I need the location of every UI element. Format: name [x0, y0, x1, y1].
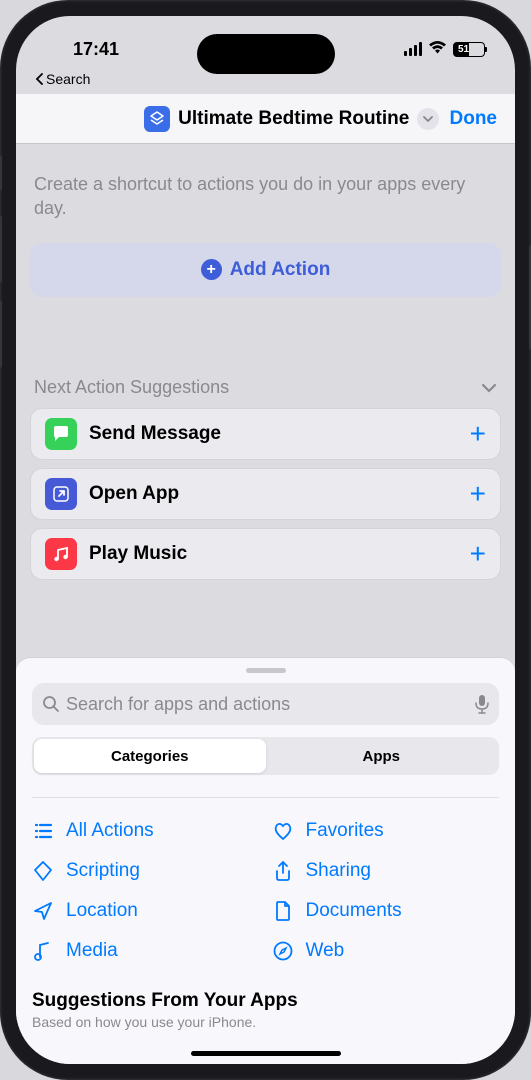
search-input[interactable]	[66, 694, 469, 715]
category-all-actions[interactable]: All Actions	[32, 820, 260, 842]
category-label: Web	[306, 940, 345, 962]
status-time: 17:41	[46, 39, 146, 60]
category-sharing[interactable]: Sharing	[272, 860, 500, 882]
category-label: Sharing	[306, 860, 372, 882]
wifi-icon	[428, 39, 447, 59]
category-scripting[interactable]: Scripting	[32, 860, 260, 882]
page-title: Ultimate Bedtime Routine	[178, 108, 409, 130]
tag-icon	[32, 860, 54, 882]
suggestions-header: Next Action Suggestions	[34, 377, 229, 398]
category-label: Location	[66, 900, 138, 922]
back-label: Search	[46, 71, 90, 87]
suggestion-row[interactable]: Send Message +	[30, 408, 501, 460]
category-label: Media	[66, 940, 118, 962]
category-label: Favorites	[306, 820, 384, 842]
tab-categories[interactable]: Categories	[34, 739, 266, 773]
suggestion-row[interactable]: Open App +	[30, 468, 501, 520]
music-app-icon	[45, 538, 77, 570]
segment-control[interactable]: Categories Apps	[32, 737, 499, 775]
message-app-icon	[45, 418, 77, 450]
bottom-sheet[interactable]: Categories Apps All Actions Favorites Scri…	[16, 658, 515, 1064]
suggestion-label: Open App	[89, 483, 458, 505]
home-indicator[interactable]	[191, 1051, 341, 1056]
suggestion-label: Play Music	[89, 543, 458, 565]
category-web[interactable]: Web	[272, 940, 500, 962]
nav-bar: Ultimate Bedtime Routine Done	[16, 94, 515, 144]
category-label: All Actions	[66, 820, 154, 842]
app-suggestions-sub: Based on how you use your iPhone.	[32, 1014, 499, 1030]
signal-icon	[404, 42, 423, 56]
doc-icon	[272, 900, 294, 922]
plus-circle-icon: +	[201, 259, 222, 280]
done-button[interactable]: Done	[450, 108, 498, 130]
category-label: Scripting	[66, 860, 140, 882]
title-menu-button[interactable]	[417, 108, 439, 130]
search-icon	[42, 695, 60, 713]
add-suggestion-button[interactable]: +	[470, 538, 486, 570]
mic-icon[interactable]	[475, 694, 489, 714]
category-media[interactable]: Media	[32, 940, 260, 962]
instruction-text: Create a shortcut to actions you do in y…	[30, 172, 501, 221]
category-documents[interactable]: Documents	[272, 900, 500, 922]
add-suggestion-button[interactable]: +	[470, 478, 486, 510]
search-field[interactable]	[32, 683, 499, 725]
category-favorites[interactable]: Favorites	[272, 820, 500, 842]
compass-icon	[272, 940, 294, 962]
location-icon	[32, 900, 54, 922]
add-action-button[interactable]: + Add Action	[30, 243, 501, 297]
add-action-label: Add Action	[230, 259, 331, 281]
collapse-button[interactable]	[481, 377, 497, 398]
share-icon	[272, 860, 294, 882]
dynamic-island	[197, 34, 335, 74]
category-label: Documents	[306, 900, 402, 922]
suggestion-row[interactable]: Play Music +	[30, 528, 501, 580]
suggestion-label: Send Message	[89, 423, 458, 445]
open-app-icon	[45, 478, 77, 510]
note-icon	[32, 940, 54, 962]
add-suggestion-button[interactable]: +	[470, 418, 486, 450]
tab-apps[interactable]: Apps	[266, 739, 498, 773]
list-icon	[32, 820, 54, 842]
shortcut-icon	[144, 106, 170, 132]
heart-icon	[272, 820, 294, 842]
category-location[interactable]: Location	[32, 900, 260, 922]
battery-icon: 51	[453, 42, 485, 57]
back-button[interactable]: Search	[34, 71, 90, 87]
sheet-grabber[interactable]	[246, 668, 286, 673]
app-suggestions-header: Suggestions From Your Apps	[32, 990, 499, 1012]
